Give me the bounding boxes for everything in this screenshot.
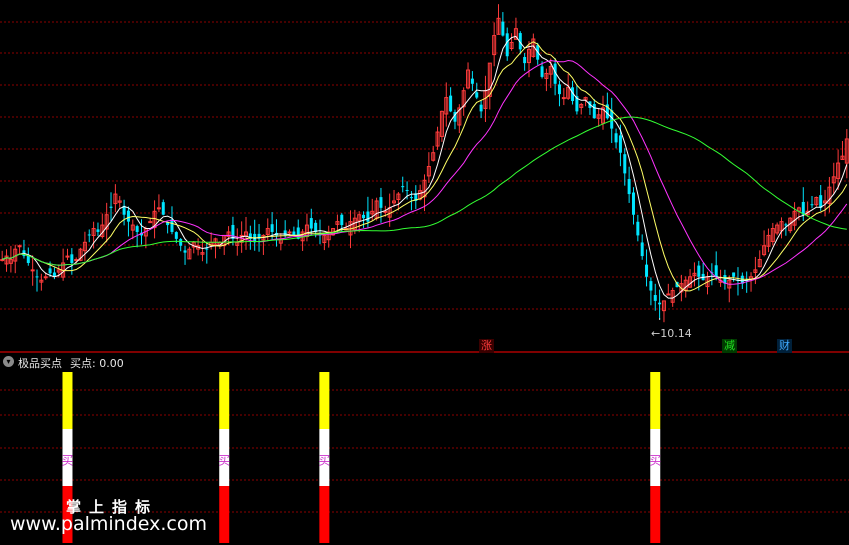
stock-chart-window: 买买买买 ▾ 极品买点 买点: 0.00 涨 减 财 ←10.14 掌上指标 w… [0, 0, 849, 545]
candle-body [270, 224, 274, 232]
signal-bar-label: 买 [649, 453, 661, 467]
candle-body [714, 265, 718, 277]
candle-body [109, 206, 113, 208]
candle-body [784, 224, 788, 226]
candle-body [70, 254, 74, 263]
candle-body [156, 207, 161, 210]
candle-body [810, 204, 814, 206]
event-tag-zhang[interactable]: 涨 [479, 339, 494, 353]
candle-body [640, 242, 644, 257]
candle-body [523, 56, 527, 64]
candle-body [658, 302, 662, 305]
candle-body [366, 211, 370, 222]
candle-body [148, 221, 153, 224]
candle-body [0, 259, 5, 262]
signal-bar-top [319, 372, 330, 429]
candle-body [35, 276, 39, 278]
candle-body [409, 197, 413, 199]
candle-body [540, 66, 544, 77]
candle-body [161, 202, 165, 215]
ma20-line [2, 59, 848, 285]
signal-bar-label: 买 [318, 453, 330, 467]
chart-canvas: 买买买买 [0, 4, 849, 543]
candle-body [48, 268, 52, 274]
candle-body [170, 219, 174, 232]
candle-body [179, 239, 183, 246]
candle-body [65, 255, 70, 258]
candle-body [505, 33, 509, 57]
candle-body [557, 84, 561, 95]
candle-body [636, 221, 640, 236]
candle-body [501, 21, 505, 36]
candle-body [479, 104, 483, 112]
candle-body [309, 218, 313, 229]
candle-body [379, 197, 383, 208]
signal-bar-bottom [219, 486, 230, 543]
candle-body [697, 265, 701, 277]
signal-bar-top [219, 372, 230, 429]
candle-body [362, 214, 366, 219]
candle-body [732, 272, 736, 277]
candle-body [340, 214, 344, 226]
candle-body [449, 95, 453, 112]
signal-bar-top [650, 372, 661, 429]
candle-body [592, 104, 596, 119]
ma10-line [2, 41, 848, 292]
signal-bar-label: 买 [61, 453, 73, 467]
candle-body [561, 97, 566, 100]
indicator-value: 买点: 0.00 [70, 357, 124, 370]
candle-body [475, 92, 479, 98]
candle-body [653, 295, 657, 301]
candle-body [96, 229, 100, 232]
candle-body [649, 281, 653, 291]
candle-body [43, 276, 48, 279]
signal-bar-bottom [650, 486, 661, 543]
candle-body [645, 264, 649, 277]
event-tag-jian[interactable]: 减 [722, 339, 737, 353]
candle-body [87, 234, 91, 236]
candle-body [183, 250, 187, 253]
candle-body [614, 133, 618, 143]
low-price-annotation: ←10.14 [651, 327, 692, 340]
candle-body [405, 190, 409, 192]
candle-body [135, 226, 139, 232]
candle-body [314, 222, 318, 232]
candle-body [631, 192, 635, 215]
candle-body [666, 293, 671, 296]
candle-body [618, 135, 622, 153]
candle-body [205, 248, 209, 250]
candle-body [470, 78, 474, 84]
indicator-title: 极品买点 [18, 357, 62, 370]
candle-body [17, 245, 22, 248]
signal-bar-label: 买 [218, 453, 230, 467]
candle-body [627, 179, 631, 195]
ma5-line [2, 35, 848, 299]
watermark-brand-url: www.palmindex.com [10, 513, 208, 535]
event-tag-cai[interactable]: 财 [777, 339, 792, 353]
signal-bar-top [62, 372, 73, 429]
candle-body [74, 259, 79, 262]
candle-body [231, 224, 235, 239]
signal-bar-bottom [319, 486, 330, 543]
candle-body [174, 232, 178, 239]
candle-body [401, 186, 405, 188]
candle-body [623, 154, 627, 174]
candle-body [126, 210, 130, 222]
candle-body [287, 231, 292, 234]
collapse-toggle-icon[interactable]: ▾ [3, 356, 14, 367]
candle-body [30, 269, 35, 272]
